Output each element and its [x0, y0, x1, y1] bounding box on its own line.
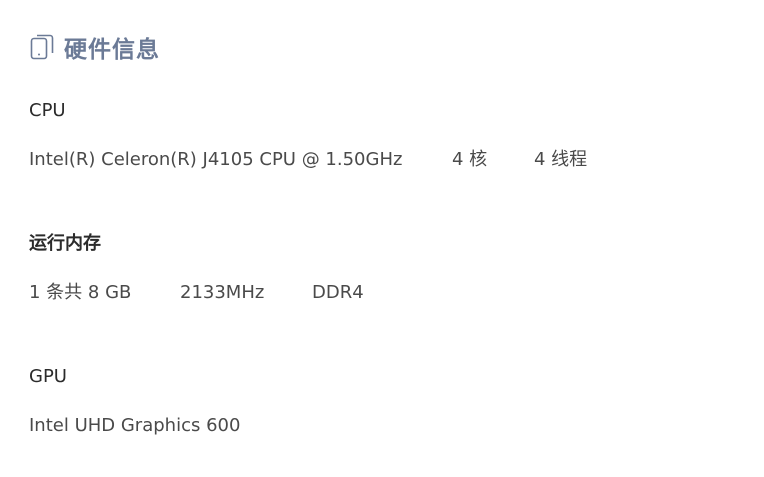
memory-section: 运行内存 1 条共 8 GB 2133MHz DDR4	[29, 232, 364, 305]
cpu-section: CPU Intel(R) Celeron(R) J4105 CPU @ 1.50…	[29, 99, 587, 172]
cpu-label: CPU	[29, 100, 66, 121]
cpu-model: Intel(R) Celeron(R) J4105 CPU @ 1.50GHz	[29, 149, 403, 170]
memory-type: DDR4	[312, 282, 364, 303]
memory-label: 运行内存	[29, 233, 101, 254]
cpu-values: Intel(R) Celeron(R) J4105 CPU @ 1.50GHz …	[29, 148, 587, 172]
cpu-cores: 4 核	[452, 149, 488, 170]
gpu-section: GPU Intel UHD Graphics 600	[29, 365, 240, 438]
hardware-info-header: 硬件信息	[30, 32, 160, 63]
cpu-threads: 4 线程	[534, 149, 588, 170]
gpu-values: Intel UHD Graphics 600	[29, 414, 240, 438]
device-icon	[30, 33, 54, 61]
gpu-model: Intel UHD Graphics 600	[29, 415, 241, 436]
memory-capacity: 1 条共 8 GB	[29, 282, 132, 303]
gpu-label: GPU	[29, 366, 67, 387]
memory-frequency: 2133MHz	[180, 282, 265, 303]
memory-values: 1 条共 8 GB 2133MHz DDR4	[29, 281, 364, 305]
page-title: 硬件信息	[64, 37, 160, 63]
